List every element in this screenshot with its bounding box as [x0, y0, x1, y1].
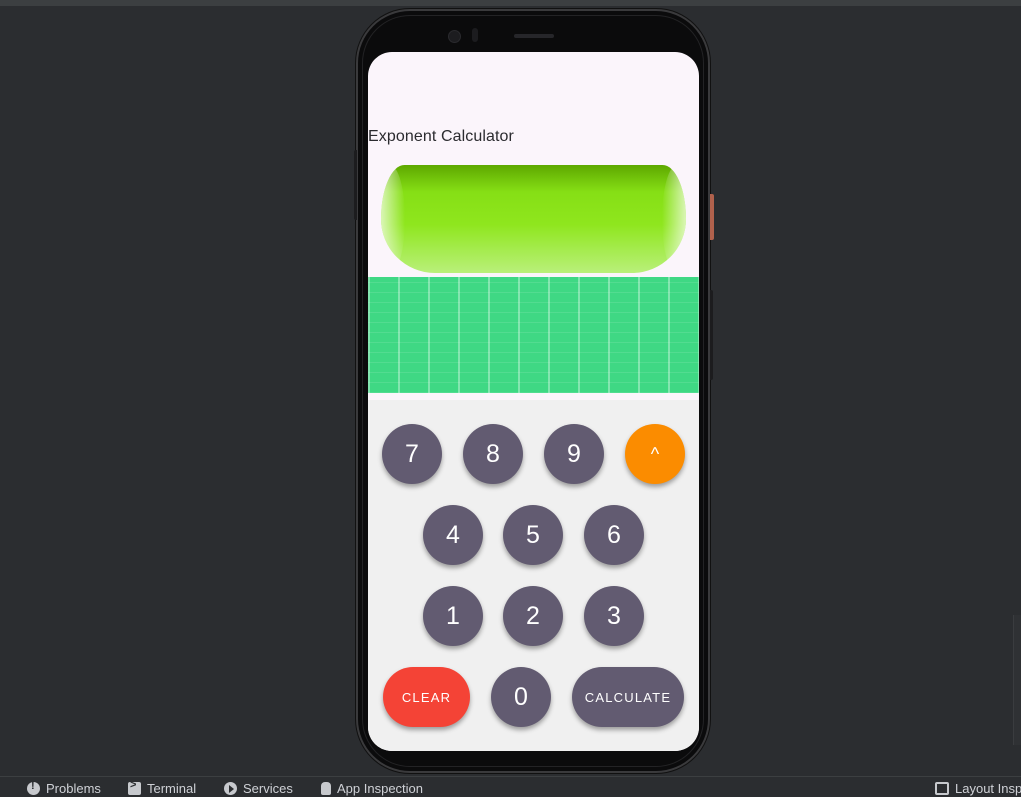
layout-inspector-icon [935, 782, 949, 795]
problems-tab[interactable]: Problems [27, 780, 101, 796]
app-inspection-tab-label: App Inspection [337, 781, 424, 796]
key-power[interactable]: ^ [625, 424, 685, 484]
front-camera-icon [448, 30, 461, 43]
layout-inspector-tab[interactable]: Layout Insp [935, 781, 1021, 796]
device-screen: Exponent Calculator 7 8 9 ^ 4 5 6 1 2 3 … [368, 52, 699, 751]
key-4[interactable]: 4 [423, 505, 483, 565]
calculate-button[interactable]: CALCULATE [572, 667, 684, 727]
device-volume-button [710, 290, 713, 380]
device-side-button-left [354, 150, 357, 220]
earpiece-speaker [514, 34, 554, 38]
key-7[interactable]: 7 [382, 424, 442, 484]
layout-inspector-tab-label: Layout Insp [955, 781, 1021, 796]
terminal-tab[interactable]: Terminal [128, 779, 197, 796]
services-tab-label: Services [243, 781, 293, 796]
problems-tab-label: Problems [46, 781, 101, 796]
services-tab[interactable]: Services [224, 781, 293, 796]
app-inspection-tab[interactable]: App Inspection [321, 781, 423, 796]
ide-bottom-toolbar: Problems Terminal Services App Inspectio… [0, 776, 1021, 797]
key-9[interactable]: 9 [544, 424, 604, 484]
ide-top-border [0, 0, 1021, 6]
ide-side-panel-edge [1013, 615, 1021, 745]
device-power-button [710, 194, 714, 240]
green-grid-image [368, 277, 699, 393]
key-3[interactable]: 3 [584, 586, 644, 646]
key-6[interactable]: 6 [584, 505, 644, 565]
key-2[interactable]: 2 [503, 586, 563, 646]
key-0[interactable]: 0 [491, 667, 551, 727]
problems-icon [27, 780, 40, 795]
terminal-icon [128, 779, 141, 795]
key-8[interactable]: 8 [463, 424, 523, 484]
green-banner-image [381, 165, 686, 273]
key-5[interactable]: 5 [503, 505, 563, 565]
key-1[interactable]: 1 [423, 586, 483, 646]
terminal-tab-label: Terminal [147, 781, 197, 796]
proximity-sensor [472, 28, 478, 42]
app-inspection-icon [321, 782, 331, 795]
keypad: 7 8 9 ^ 4 5 6 1 2 3 CLEAR 0 CALCULATE [368, 400, 699, 751]
services-icon [224, 782, 237, 795]
app-title: Exponent Calculator [368, 128, 514, 145]
clear-button[interactable]: CLEAR [383, 667, 470, 727]
